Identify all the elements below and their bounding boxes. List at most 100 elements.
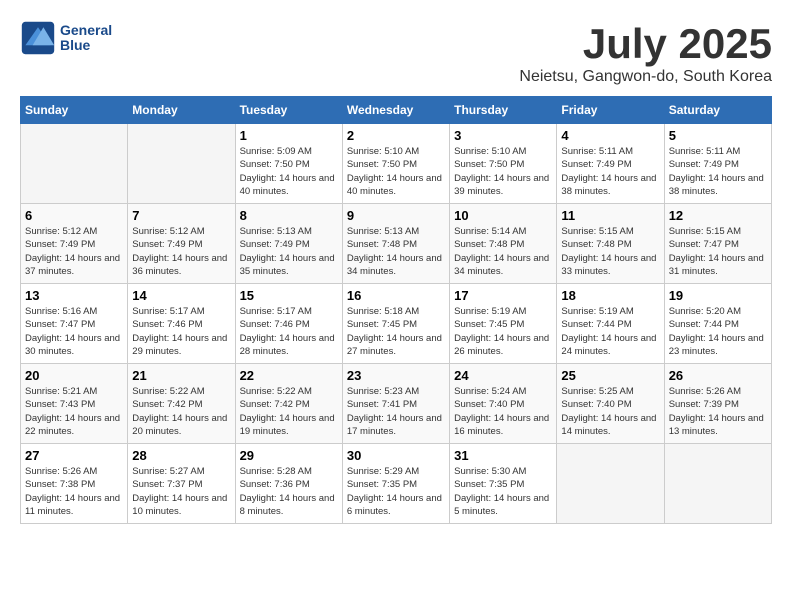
day-number: 28 bbox=[132, 448, 230, 463]
day-cell: 8 Sunrise: 5:13 AMSunset: 7:49 PMDayligh… bbox=[235, 204, 342, 284]
day-cell: 14 Sunrise: 5:17 AMSunset: 7:46 PMDaylig… bbox=[128, 284, 235, 364]
day-cell: 1 Sunrise: 5:09 AMSunset: 7:50 PMDayligh… bbox=[235, 124, 342, 204]
weekday-header-wednesday: Wednesday bbox=[342, 97, 449, 124]
day-number: 5 bbox=[669, 128, 767, 143]
day-cell bbox=[21, 124, 128, 204]
day-number: 29 bbox=[240, 448, 338, 463]
day-info: Sunrise: 5:18 AMSunset: 7:45 PMDaylight:… bbox=[347, 305, 445, 358]
day-number: 7 bbox=[132, 208, 230, 223]
day-cell: 26 Sunrise: 5:26 AMSunset: 7:39 PMDaylig… bbox=[664, 364, 771, 444]
day-cell: 27 Sunrise: 5:26 AMSunset: 7:38 PMDaylig… bbox=[21, 444, 128, 524]
day-number: 15 bbox=[240, 288, 338, 303]
day-info: Sunrise: 5:10 AMSunset: 7:50 PMDaylight:… bbox=[454, 145, 552, 198]
day-info: Sunrise: 5:10 AMSunset: 7:50 PMDaylight:… bbox=[347, 145, 445, 198]
day-info: Sunrise: 5:15 AMSunset: 7:47 PMDaylight:… bbox=[669, 225, 767, 278]
day-info: Sunrise: 5:24 AMSunset: 7:40 PMDaylight:… bbox=[454, 385, 552, 438]
day-info: Sunrise: 5:17 AMSunset: 7:46 PMDaylight:… bbox=[240, 305, 338, 358]
day-cell: 10 Sunrise: 5:14 AMSunset: 7:48 PMDaylig… bbox=[450, 204, 557, 284]
calendar-table: SundayMondayTuesdayWednesdayThursdayFrid… bbox=[20, 96, 772, 524]
day-number: 10 bbox=[454, 208, 552, 223]
day-info: Sunrise: 5:30 AMSunset: 7:35 PMDaylight:… bbox=[454, 465, 552, 518]
day-info: Sunrise: 5:23 AMSunset: 7:41 PMDaylight:… bbox=[347, 385, 445, 438]
day-info: Sunrise: 5:16 AMSunset: 7:47 PMDaylight:… bbox=[25, 305, 123, 358]
day-info: Sunrise: 5:28 AMSunset: 7:36 PMDaylight:… bbox=[240, 465, 338, 518]
week-row-4: 20 Sunrise: 5:21 AMSunset: 7:43 PMDaylig… bbox=[21, 364, 772, 444]
day-number: 27 bbox=[25, 448, 123, 463]
week-row-1: 1 Sunrise: 5:09 AMSunset: 7:50 PMDayligh… bbox=[21, 124, 772, 204]
day-info: Sunrise: 5:17 AMSunset: 7:46 PMDaylight:… bbox=[132, 305, 230, 358]
day-cell bbox=[128, 124, 235, 204]
day-number: 26 bbox=[669, 368, 767, 383]
day-cell: 11 Sunrise: 5:15 AMSunset: 7:48 PMDaylig… bbox=[557, 204, 664, 284]
day-cell: 20 Sunrise: 5:21 AMSunset: 7:43 PMDaylig… bbox=[21, 364, 128, 444]
day-number: 20 bbox=[25, 368, 123, 383]
day-info: Sunrise: 5:19 AMSunset: 7:45 PMDaylight:… bbox=[454, 305, 552, 358]
day-info: Sunrise: 5:22 AMSunset: 7:42 PMDaylight:… bbox=[132, 385, 230, 438]
weekday-header-friday: Friday bbox=[557, 97, 664, 124]
day-cell: 5 Sunrise: 5:11 AMSunset: 7:49 PMDayligh… bbox=[664, 124, 771, 204]
day-cell: 24 Sunrise: 5:24 AMSunset: 7:40 PMDaylig… bbox=[450, 364, 557, 444]
day-cell: 7 Sunrise: 5:12 AMSunset: 7:49 PMDayligh… bbox=[128, 204, 235, 284]
day-number: 8 bbox=[240, 208, 338, 223]
day-cell: 22 Sunrise: 5:22 AMSunset: 7:42 PMDaylig… bbox=[235, 364, 342, 444]
week-row-2: 6 Sunrise: 5:12 AMSunset: 7:49 PMDayligh… bbox=[21, 204, 772, 284]
day-info: Sunrise: 5:14 AMSunset: 7:48 PMDaylight:… bbox=[454, 225, 552, 278]
day-info: Sunrise: 5:12 AMSunset: 7:49 PMDaylight:… bbox=[25, 225, 123, 278]
day-number: 31 bbox=[454, 448, 552, 463]
day-cell: 9 Sunrise: 5:13 AMSunset: 7:48 PMDayligh… bbox=[342, 204, 449, 284]
day-cell: 30 Sunrise: 5:29 AMSunset: 7:35 PMDaylig… bbox=[342, 444, 449, 524]
location: Neietsu, Gangwon-do, South Korea bbox=[519, 68, 772, 86]
day-number: 12 bbox=[669, 208, 767, 223]
day-info: Sunrise: 5:27 AMSunset: 7:37 PMDaylight:… bbox=[132, 465, 230, 518]
day-info: Sunrise: 5:20 AMSunset: 7:44 PMDaylight:… bbox=[669, 305, 767, 358]
day-number: 30 bbox=[347, 448, 445, 463]
week-row-3: 13 Sunrise: 5:16 AMSunset: 7:47 PMDaylig… bbox=[21, 284, 772, 364]
week-row-5: 27 Sunrise: 5:26 AMSunset: 7:38 PMDaylig… bbox=[21, 444, 772, 524]
weekday-header-saturday: Saturday bbox=[664, 97, 771, 124]
day-number: 9 bbox=[347, 208, 445, 223]
day-info: Sunrise: 5:09 AMSunset: 7:50 PMDaylight:… bbox=[240, 145, 338, 198]
day-cell: 6 Sunrise: 5:12 AMSunset: 7:49 PMDayligh… bbox=[21, 204, 128, 284]
day-info: Sunrise: 5:11 AMSunset: 7:49 PMDaylight:… bbox=[561, 145, 659, 198]
day-info: Sunrise: 5:26 AMSunset: 7:38 PMDaylight:… bbox=[25, 465, 123, 518]
title-block: July 2025 Neietsu, Gangwon-do, South Kor… bbox=[519, 20, 772, 86]
day-cell: 15 Sunrise: 5:17 AMSunset: 7:46 PMDaylig… bbox=[235, 284, 342, 364]
day-cell: 4 Sunrise: 5:11 AMSunset: 7:49 PMDayligh… bbox=[557, 124, 664, 204]
month-title: July 2025 bbox=[519, 20, 772, 68]
day-cell: 16 Sunrise: 5:18 AMSunset: 7:45 PMDaylig… bbox=[342, 284, 449, 364]
day-cell bbox=[557, 444, 664, 524]
day-info: Sunrise: 5:26 AMSunset: 7:39 PMDaylight:… bbox=[669, 385, 767, 438]
day-info: Sunrise: 5:13 AMSunset: 7:48 PMDaylight:… bbox=[347, 225, 445, 278]
day-info: Sunrise: 5:22 AMSunset: 7:42 PMDaylight:… bbox=[240, 385, 338, 438]
day-cell: 19 Sunrise: 5:20 AMSunset: 7:44 PMDaylig… bbox=[664, 284, 771, 364]
logo: General Blue bbox=[20, 20, 112, 56]
day-cell: 31 Sunrise: 5:30 AMSunset: 7:35 PMDaylig… bbox=[450, 444, 557, 524]
day-info: Sunrise: 5:15 AMSunset: 7:48 PMDaylight:… bbox=[561, 225, 659, 278]
logo-line1: General bbox=[60, 23, 112, 38]
day-number: 4 bbox=[561, 128, 659, 143]
day-number: 25 bbox=[561, 368, 659, 383]
weekday-header-thursday: Thursday bbox=[450, 97, 557, 124]
day-cell: 21 Sunrise: 5:22 AMSunset: 7:42 PMDaylig… bbox=[128, 364, 235, 444]
day-info: Sunrise: 5:21 AMSunset: 7:43 PMDaylight:… bbox=[25, 385, 123, 438]
day-cell: 25 Sunrise: 5:25 AMSunset: 7:40 PMDaylig… bbox=[557, 364, 664, 444]
day-number: 18 bbox=[561, 288, 659, 303]
day-number: 23 bbox=[347, 368, 445, 383]
day-number: 2 bbox=[347, 128, 445, 143]
day-number: 21 bbox=[132, 368, 230, 383]
header: General Blue July 2025 Neietsu, Gangwon-… bbox=[20, 20, 772, 86]
day-cell bbox=[664, 444, 771, 524]
day-number: 3 bbox=[454, 128, 552, 143]
day-info: Sunrise: 5:19 AMSunset: 7:44 PMDaylight:… bbox=[561, 305, 659, 358]
day-cell: 13 Sunrise: 5:16 AMSunset: 7:47 PMDaylig… bbox=[21, 284, 128, 364]
day-info: Sunrise: 5:13 AMSunset: 7:49 PMDaylight:… bbox=[240, 225, 338, 278]
day-cell: 2 Sunrise: 5:10 AMSunset: 7:50 PMDayligh… bbox=[342, 124, 449, 204]
weekday-header-sunday: Sunday bbox=[21, 97, 128, 124]
day-cell: 17 Sunrise: 5:19 AMSunset: 7:45 PMDaylig… bbox=[450, 284, 557, 364]
logo-icon bbox=[20, 20, 56, 56]
day-cell: 23 Sunrise: 5:23 AMSunset: 7:41 PMDaylig… bbox=[342, 364, 449, 444]
day-number: 1 bbox=[240, 128, 338, 143]
day-number: 17 bbox=[454, 288, 552, 303]
day-number: 22 bbox=[240, 368, 338, 383]
day-number: 13 bbox=[25, 288, 123, 303]
